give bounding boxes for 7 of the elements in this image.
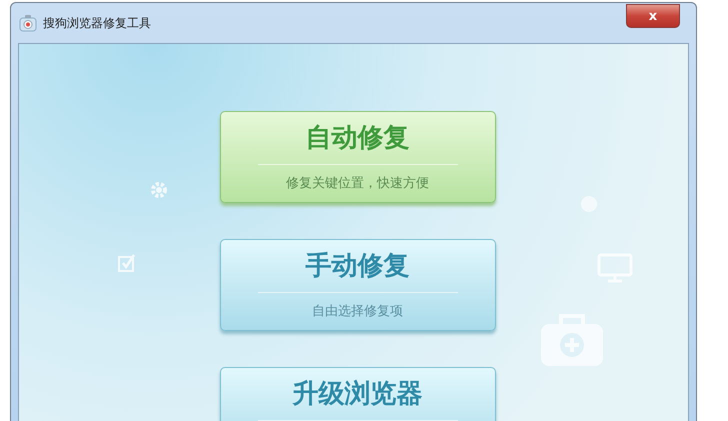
action-button[interactable]: 自动修复 修复关键位置，快速方便: [220, 111, 496, 203]
action-button[interactable]: 升级浏览器: [220, 367, 496, 421]
checkbox-icon: [117, 253, 137, 273]
window-title: 搜狗浏览器修复工具: [43, 14, 151, 32]
camera-icon: [19, 14, 37, 32]
action-button[interactable]: 手动修复 自由选择修复项: [220, 239, 496, 331]
close-button[interactable]: x: [626, 4, 680, 28]
